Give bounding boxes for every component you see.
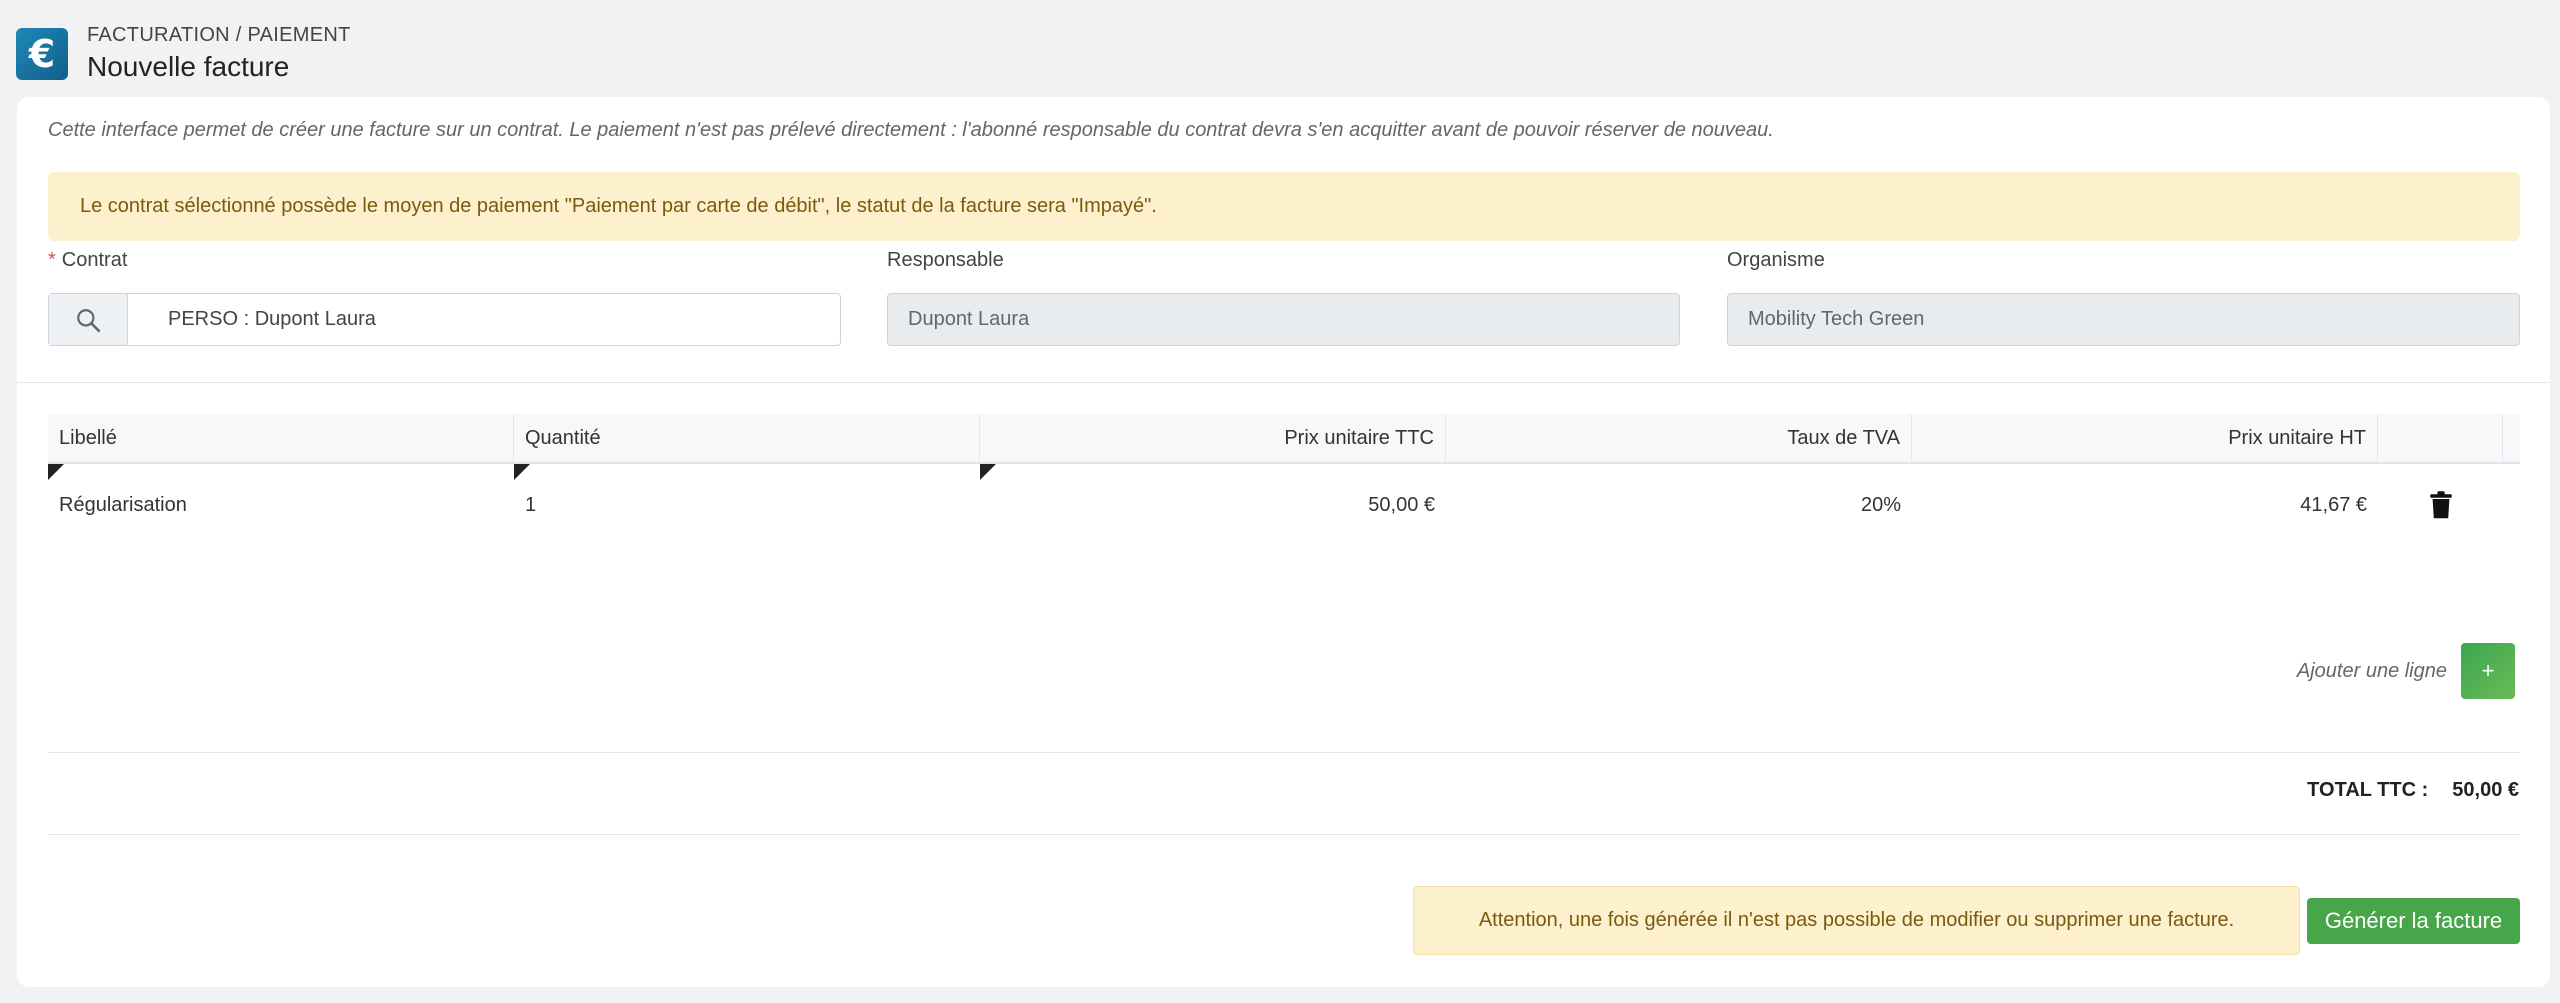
payment-method-alert: Le contrat sélectionné possède le moyen … <box>48 172 2520 241</box>
total-divider-bottom <box>48 834 2520 835</box>
column-header-prix-ht: Prix unitaire HT <box>1912 414 2378 462</box>
column-header-quantite: Quantité <box>514 414 980 462</box>
column-header-actions <box>2378 414 2503 462</box>
responsable-input: Dupont Laura <box>887 293 1680 346</box>
contrat-value[interactable]: PERSO : Dupont Laura <box>128 308 376 331</box>
cell-libelle[interactable]: Régularisation <box>48 464 514 546</box>
editable-corner-marker <box>514 464 530 480</box>
total-label: TOTAL TTC : <box>2307 779 2429 801</box>
responsable-label: Responsable <box>887 249 1004 271</box>
organisme-input: Mobility Tech Green <box>1727 293 2520 346</box>
editable-corner-marker <box>980 464 996 480</box>
column-header-tva: Taux de TVA <box>1446 414 1912 462</box>
page-title: Nouvelle facture <box>87 51 290 82</box>
editable-corner-marker <box>48 464 64 480</box>
required-marker: * <box>48 249 56 271</box>
add-line-group: Ajouter une ligne + <box>2297 643 2515 699</box>
column-header-prix-ttc: Prix unitaire TTC <box>980 414 1446 462</box>
responsable-field: Responsable Dupont Laura <box>887 245 1680 346</box>
add-line-button[interactable]: + <box>2461 643 2515 699</box>
intro-text: Cette interface permet de créer une fact… <box>48 119 1774 141</box>
column-header-libelle: Libellé <box>48 414 514 462</box>
total-divider-top <box>48 752 2520 753</box>
section-divider <box>17 382 2550 383</box>
search-icon[interactable] <box>49 294 128 345</box>
organisme-label: Organisme <box>1727 249 1825 271</box>
contrat-search-input[interactable]: PERSO : Dupont Laura <box>48 293 841 346</box>
breadcrumb: FACTURATION / PAIEMENT <box>87 24 351 46</box>
invoice-card: Cette interface permet de créer une fact… <box>17 97 2550 987</box>
cell-prix-ht: 41,67 € <box>2300 493 2367 516</box>
cell-tva: 20% <box>1860 493 1901 516</box>
total-value: 50,00 € <box>2452 779 2519 801</box>
contrat-label: * Contrat <box>48 249 128 271</box>
organisme-field: Organisme Mobility Tech Green <box>1727 245 2520 346</box>
cell-quantite[interactable]: 1 <box>514 464 980 546</box>
contrat-field: * Contrat PERSO : Dupont Laura <box>48 245 841 346</box>
add-line-label: Ajouter une ligne <box>2296 659 2447 682</box>
total-ttc: TOTAL TTC : 50,00 € <box>2307 779 2519 802</box>
header-text: FACTURATION / PAIEMENT Nouvelle facture <box>87 23 351 85</box>
generate-invoice-button[interactable]: Générer la facture <box>2307 898 2520 944</box>
table-row: Régularisation 1 50,00 € 20% 41,67 € <box>48 464 2520 546</box>
cell-prix-ttc[interactable]: 50,00 € <box>980 464 1446 546</box>
generation-warning: Attention, une fois générée il n'est pas… <box>1413 886 2300 955</box>
table-header: Libellé Quantité Prix unitaire TTC Taux … <box>48 414 2520 464</box>
delete-row-icon[interactable] <box>2378 464 2503 546</box>
page-header: € FACTURATION / PAIEMENT Nouvelle factur… <box>16 22 351 86</box>
invoice-lines-table: Libellé Quantité Prix unitaire TTC Taux … <box>48 414 2520 546</box>
euro-icon: € <box>16 28 68 80</box>
